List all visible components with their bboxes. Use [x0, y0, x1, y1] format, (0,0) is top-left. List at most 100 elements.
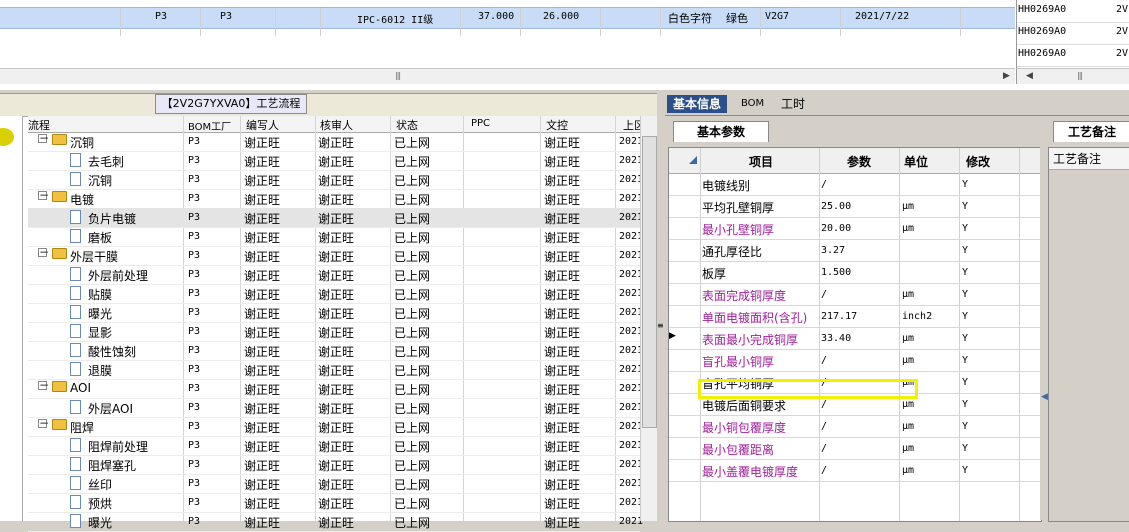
collapse-icon[interactable]: − [38, 189, 49, 201]
cell-item: 最小孔壁铜厚 [702, 223, 775, 237]
process-row[interactable]: 阻焊塞孔 P3 谢正旺 谢正旺 已上网 谢正旺 2021 [28, 455, 643, 475]
cell-writer: 谢正旺 [244, 307, 281, 321]
cell-writer: 谢正旺 [244, 288, 281, 302]
param-row[interactable]: 电镀线别 / Y [669, 174, 1041, 196]
process-row[interactable]: 外层前处理 P3 谢正旺 谢正旺 已上网 谢正旺 2021 [28, 265, 643, 285]
cell-value[interactable]: / [821, 399, 827, 410]
process-row[interactable]: 去毛刺 P3 谢正旺 谢正旺 已上网 谢正旺 2021 [28, 151, 643, 171]
param-row[interactable]: 最小盖覆电镀厚度 / μm Y [669, 460, 1041, 482]
param-row[interactable]: 单面电镀面积(含孔) 217.17 inch2 Y [669, 306, 1041, 328]
col-header-unit[interactable]: 单位 [904, 153, 928, 170]
order-grid-hscrollbar[interactable]: ||| ▶ [0, 68, 1015, 84]
col-header-writer[interactable]: 编写人 [246, 117, 279, 133]
cell-doc: 谢正旺 [544, 307, 581, 321]
param-row[interactable]: 最小孔壁铜厚 20.00 μm Y [669, 218, 1041, 240]
process-row[interactable]: 丝印 P3 谢正旺 谢正旺 已上网 谢正旺 2021 [28, 474, 643, 494]
param-row[interactable]: 表面完成铜厚度 / μm Y [669, 284, 1041, 306]
cell-value[interactable]: / [821, 443, 827, 454]
param-row[interactable]: 板厚 1.500 Y [669, 262, 1041, 284]
document-icon [70, 210, 81, 224]
tab-bom[interactable]: BOM [735, 95, 770, 113]
cell-value[interactable]: / [821, 465, 827, 476]
cell-value[interactable]: 20.00 [821, 223, 851, 234]
collapse-icon[interactable]: − [38, 417, 49, 429]
scroll-right-icon[interactable]: ▶ [1000, 70, 1013, 82]
cell-reviewer: 谢正旺 [318, 497, 355, 511]
param-row[interactable]: 盲孔最小铜厚 / μm Y [669, 350, 1041, 372]
process-row[interactable]: 负片电镀 P3 谢正旺 谢正旺 已上网 谢正旺 2021 [28, 208, 643, 228]
process-row[interactable]: 曝光 P3 谢正旺 谢正旺 已上网 谢正旺 2021 [28, 512, 643, 532]
cell-bom: P3 [188, 497, 201, 508]
param-row[interactable]: 最小铜包覆厚度 / μm Y [669, 416, 1041, 438]
process-row[interactable]: 曝光 P3 谢正旺 谢正旺 已上网 谢正旺 2021 [28, 303, 643, 323]
cell-bom: P3 [188, 383, 201, 394]
cell-value[interactable]: 25.00 [821, 201, 851, 212]
cell-value[interactable]: 33.40 [821, 333, 851, 344]
tab-work-hours[interactable]: 工时 [775, 95, 811, 113]
tab-process-remark[interactable]: 工艺备注 [1053, 121, 1129, 142]
cell-status: 已上网 [394, 459, 431, 473]
process-row[interactable]: 退膜 P3 谢正旺 谢正旺 已上网 谢正旺 2021 [28, 360, 643, 380]
process-row[interactable]: 沉铜 P3 谢正旺 谢正旺 已上网 谢正旺 2021 [28, 170, 643, 190]
cell-doc: 谢正旺 [544, 193, 581, 207]
cell-value[interactable]: / [821, 289, 827, 300]
collapse-icon[interactable]: − [38, 132, 49, 144]
cell-flow-name: 沉铜 [88, 174, 113, 188]
cell-reviewer: 谢正旺 [318, 136, 355, 150]
process-row[interactable]: − AOI P3 谢正旺 谢正旺 已上网 谢正旺 2021 [28, 379, 643, 399]
cell-bom-factory: P3 [155, 11, 168, 22]
cell-modify: Y [962, 355, 969, 366]
col-header-param[interactable]: 参数 [847, 153, 871, 170]
param-splitter[interactable]: ◀ [1040, 147, 1048, 520]
cell-value[interactable]: 217.17 [821, 311, 857, 322]
process-row[interactable]: 酸性蚀刻 P3 谢正旺 谢正旺 已上网 谢正旺 2021 [28, 341, 643, 361]
scroll-left-icon[interactable]: ◀ [1023, 70, 1036, 82]
process-row[interactable]: 阻焊前处理 P3 谢正旺 谢正旺 已上网 谢正旺 2021 [28, 436, 643, 456]
tab-basic-info[interactable]: 基本信息 [667, 95, 728, 113]
col-header-doc[interactable]: 文控 [546, 117, 568, 133]
col-header-bom[interactable]: BOM工厂 [188, 118, 231, 133]
code-row[interactable]: HH0269A0 2V [1017, 22, 1129, 45]
collapse-icon[interactable]: − [38, 246, 49, 258]
param-row[interactable]: ▶ 表面最小完成铜厚 33.40 μm Y [669, 328, 1041, 350]
param-row[interactable]: 最小包覆距离 / μm Y [669, 438, 1041, 460]
cell-bom: P3 [188, 402, 201, 413]
cell-doc: 谢正旺 [544, 212, 581, 226]
cell-value[interactable]: 1.500 [821, 267, 851, 278]
process-row[interactable]: − 外层干膜 P3 谢正旺 谢正旺 已上网 谢正旺 2021 [28, 246, 643, 266]
process-row[interactable]: 贴膜 P3 谢正旺 谢正旺 已上网 谢正旺 2021 [28, 284, 643, 304]
cell-value[interactable]: / [821, 421, 827, 432]
code-row[interactable]: HH0269A0 2V [1017, 44, 1129, 67]
process-row[interactable]: − 电镀 P3 谢正旺 谢正旺 已上网 谢正旺 2021 [28, 189, 643, 209]
process-row[interactable]: − 沉铜 P3 谢正旺 谢正旺 已上网 谢正旺 2021 [28, 132, 643, 152]
cell-value[interactable]: 3.27 [821, 245, 845, 256]
cell-writer: 谢正旺 [244, 345, 281, 359]
order-row-selected[interactable]: P3 P3 IPC-6012 II级 37.000 26.000 白色字符 绿色… [0, 7, 1015, 36]
process-row[interactable]: 预烘 P3 谢正旺 谢正旺 已上网 谢正旺 2021 [28, 493, 643, 513]
scroll-thumb[interactable] [642, 136, 657, 428]
current-row-icon: ▶ [669, 331, 676, 341]
col-header-status[interactable]: 状态 [396, 117, 418, 133]
cell-modify: Y [962, 267, 969, 278]
cell-value[interactable]: / [821, 179, 827, 190]
param-row[interactable]: 平均孔壁铜厚 25.00 μm Y [669, 196, 1041, 218]
collapse-left-icon[interactable]: ◀ [1041, 392, 1048, 402]
col-header-reviewer[interactable]: 核审人 [320, 117, 353, 133]
cell-status: 已上网 [394, 250, 431, 264]
col-header-ppc[interactable]: PPC [471, 118, 490, 129]
cell-status: 已上网 [394, 288, 431, 302]
col-header-modify[interactable]: 修改 [966, 153, 990, 170]
tab-basic-params[interactable]: 基本参数 [673, 121, 769, 142]
cell-value[interactable]: / [821, 355, 827, 366]
process-grid-vscrollbar[interactable] [640, 116, 657, 521]
process-row[interactable]: 磨板 P3 谢正旺 谢正旺 已上网 谢正旺 2021 [28, 227, 643, 247]
code-row[interactable]: HH0269A0 2V [1017, 0, 1129, 23]
col-header-item[interactable]: 项目 [749, 153, 773, 170]
process-row[interactable]: 外层AOI P3 谢正旺 谢正旺 已上网 谢正旺 2021 [28, 398, 643, 418]
code-list-hscrollbar[interactable]: ◀ ||| [1016, 68, 1129, 84]
process-row[interactable]: 显影 P3 谢正旺 谢正旺 已上网 谢正旺 2021 [28, 322, 643, 342]
panel-splitter[interactable]: ≡ [657, 93, 665, 520]
param-row[interactable]: 通孔厚径比 3.27 Y [669, 240, 1041, 262]
process-row[interactable]: − 阻焊 P3 谢正旺 谢正旺 已上网 谢正旺 2021 [28, 417, 643, 437]
collapse-icon[interactable]: − [38, 379, 49, 391]
